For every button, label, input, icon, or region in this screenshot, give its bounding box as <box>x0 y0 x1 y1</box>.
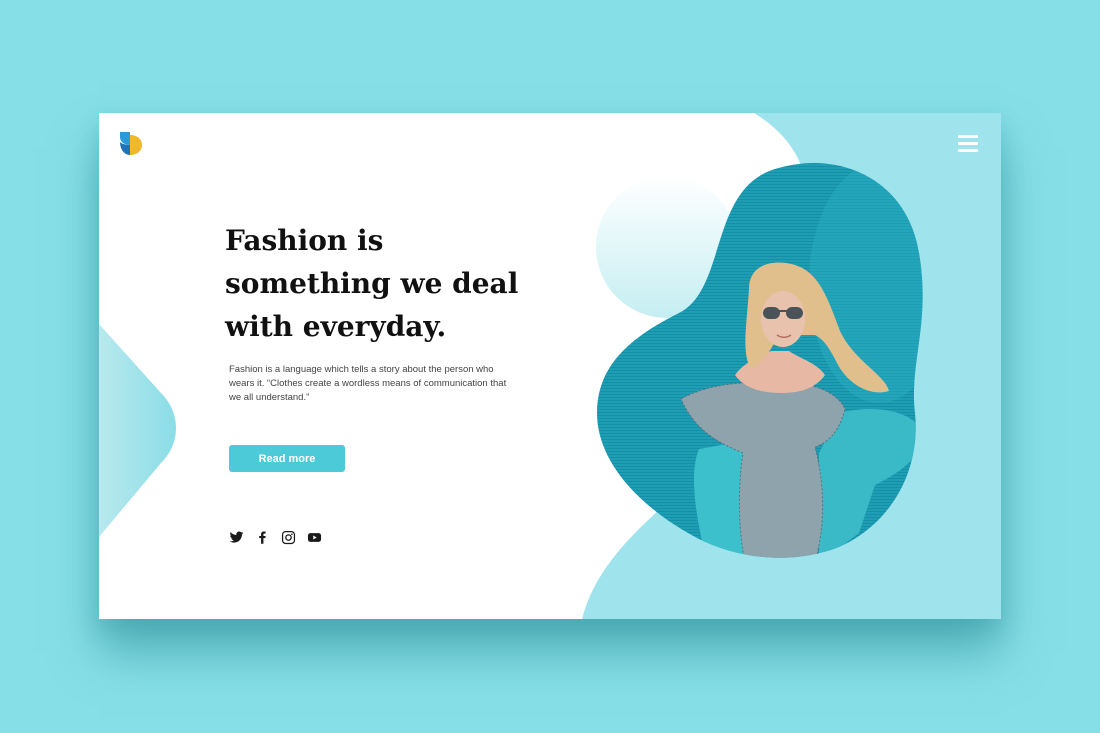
facebook-icon[interactable] <box>255 530 270 545</box>
menu-bar <box>958 135 978 138</box>
youtube-icon[interactable] <box>307 530 322 545</box>
hamburger-menu-icon[interactable] <box>958 135 978 152</box>
left-decorative-shape <box>99 324 176 537</box>
page-background: Fashion is something we deal with everyd… <box>0 0 1100 733</box>
hero-headline: Fashion is something we deal with everyd… <box>225 224 519 343</box>
read-more-button[interactable]: Read more <box>229 445 345 472</box>
menu-bar <box>958 149 978 152</box>
landing-page-card: Fashion is something we deal with everyd… <box>99 113 1001 619</box>
hero-description: Fashion is a language which tells a stor… <box>229 364 507 403</box>
brand-logo-icon[interactable] <box>118 131 143 156</box>
instagram-icon[interactable] <box>281 530 296 545</box>
menu-bar <box>958 142 978 145</box>
twitter-icon[interactable] <box>229 530 244 545</box>
social-links <box>229 530 322 545</box>
